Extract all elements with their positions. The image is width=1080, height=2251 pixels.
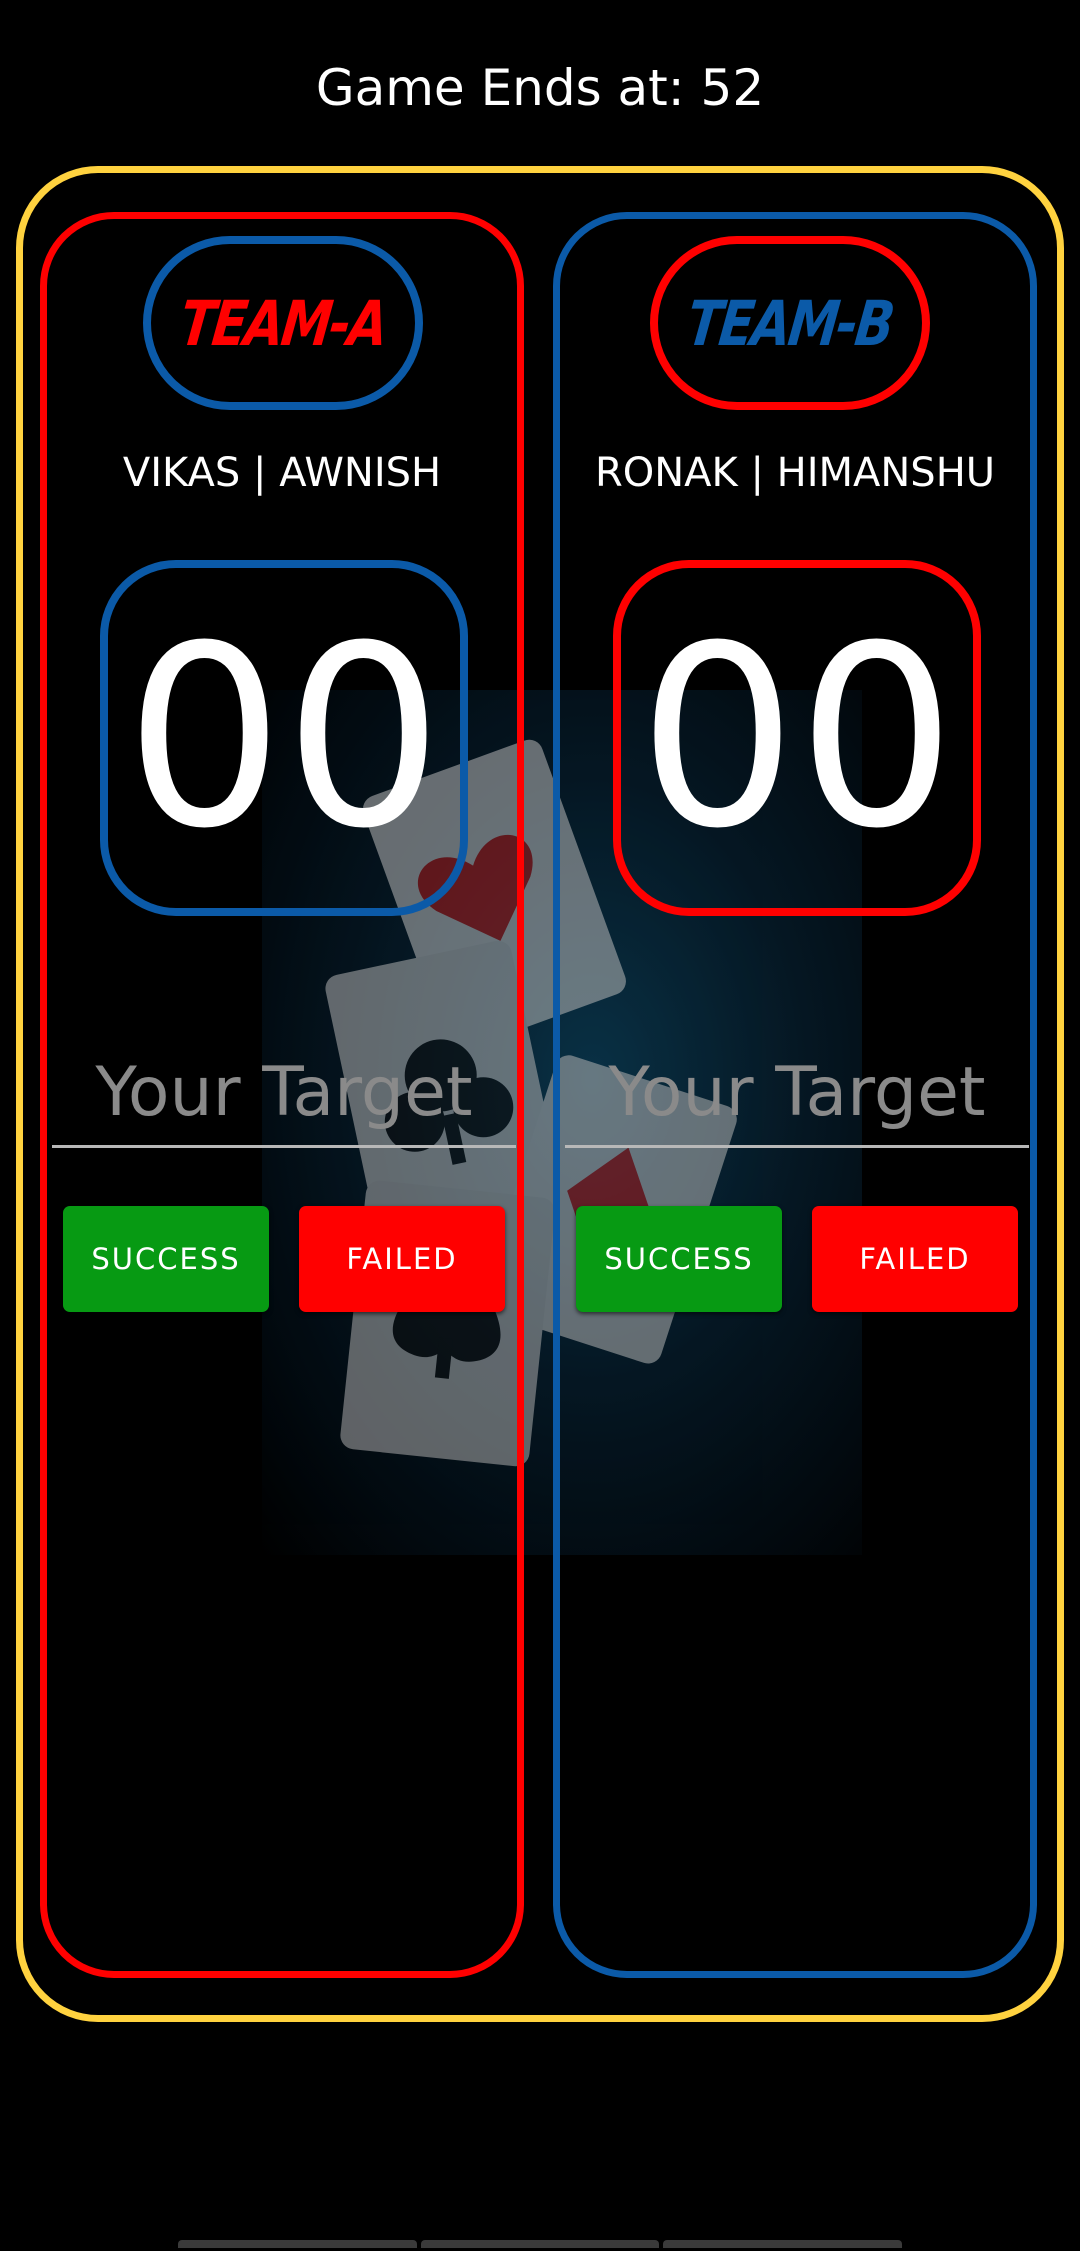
- team-a-badge: TEAM-A: [143, 236, 423, 410]
- nav-back-button[interactable]: [663, 2240, 903, 2248]
- team-a-failed-button[interactable]: FAILED: [299, 1206, 505, 1312]
- team-b-players: RONAK | HIMANSHU: [594, 450, 996, 496]
- nav-home-button[interactable]: [420, 2240, 660, 2248]
- team-b-failed-button[interactable]: FAILED: [812, 1206, 1018, 1312]
- team-a-name: TEAM-A: [176, 286, 390, 360]
- team-a-success-button[interactable]: SUCCESS: [63, 1206, 269, 1312]
- team-b-success-button[interactable]: SUCCESS: [576, 1206, 782, 1312]
- nav-recents-button[interactable]: [178, 2240, 417, 2248]
- system-navigation-bar[interactable]: [178, 2240, 903, 2248]
- team-b-badge: TEAM-B: [650, 236, 930, 410]
- game-ends-title: Game Ends at: 52: [315, 59, 765, 117]
- team-b-name: TEAM-B: [683, 286, 897, 360]
- team-b-score: 00: [613, 560, 981, 916]
- team-a-target-input[interactable]: [52, 1040, 516, 1148]
- team-b-target-input[interactable]: [565, 1040, 1029, 1148]
- team-a-score: 00: [100, 560, 468, 916]
- team-a-players: VIKAS | AWNISH: [122, 450, 442, 496]
- game-screen: Game Ends at: 52 TEAM-A VIKAS | AWNISH 0…: [0, 0, 1080, 2251]
